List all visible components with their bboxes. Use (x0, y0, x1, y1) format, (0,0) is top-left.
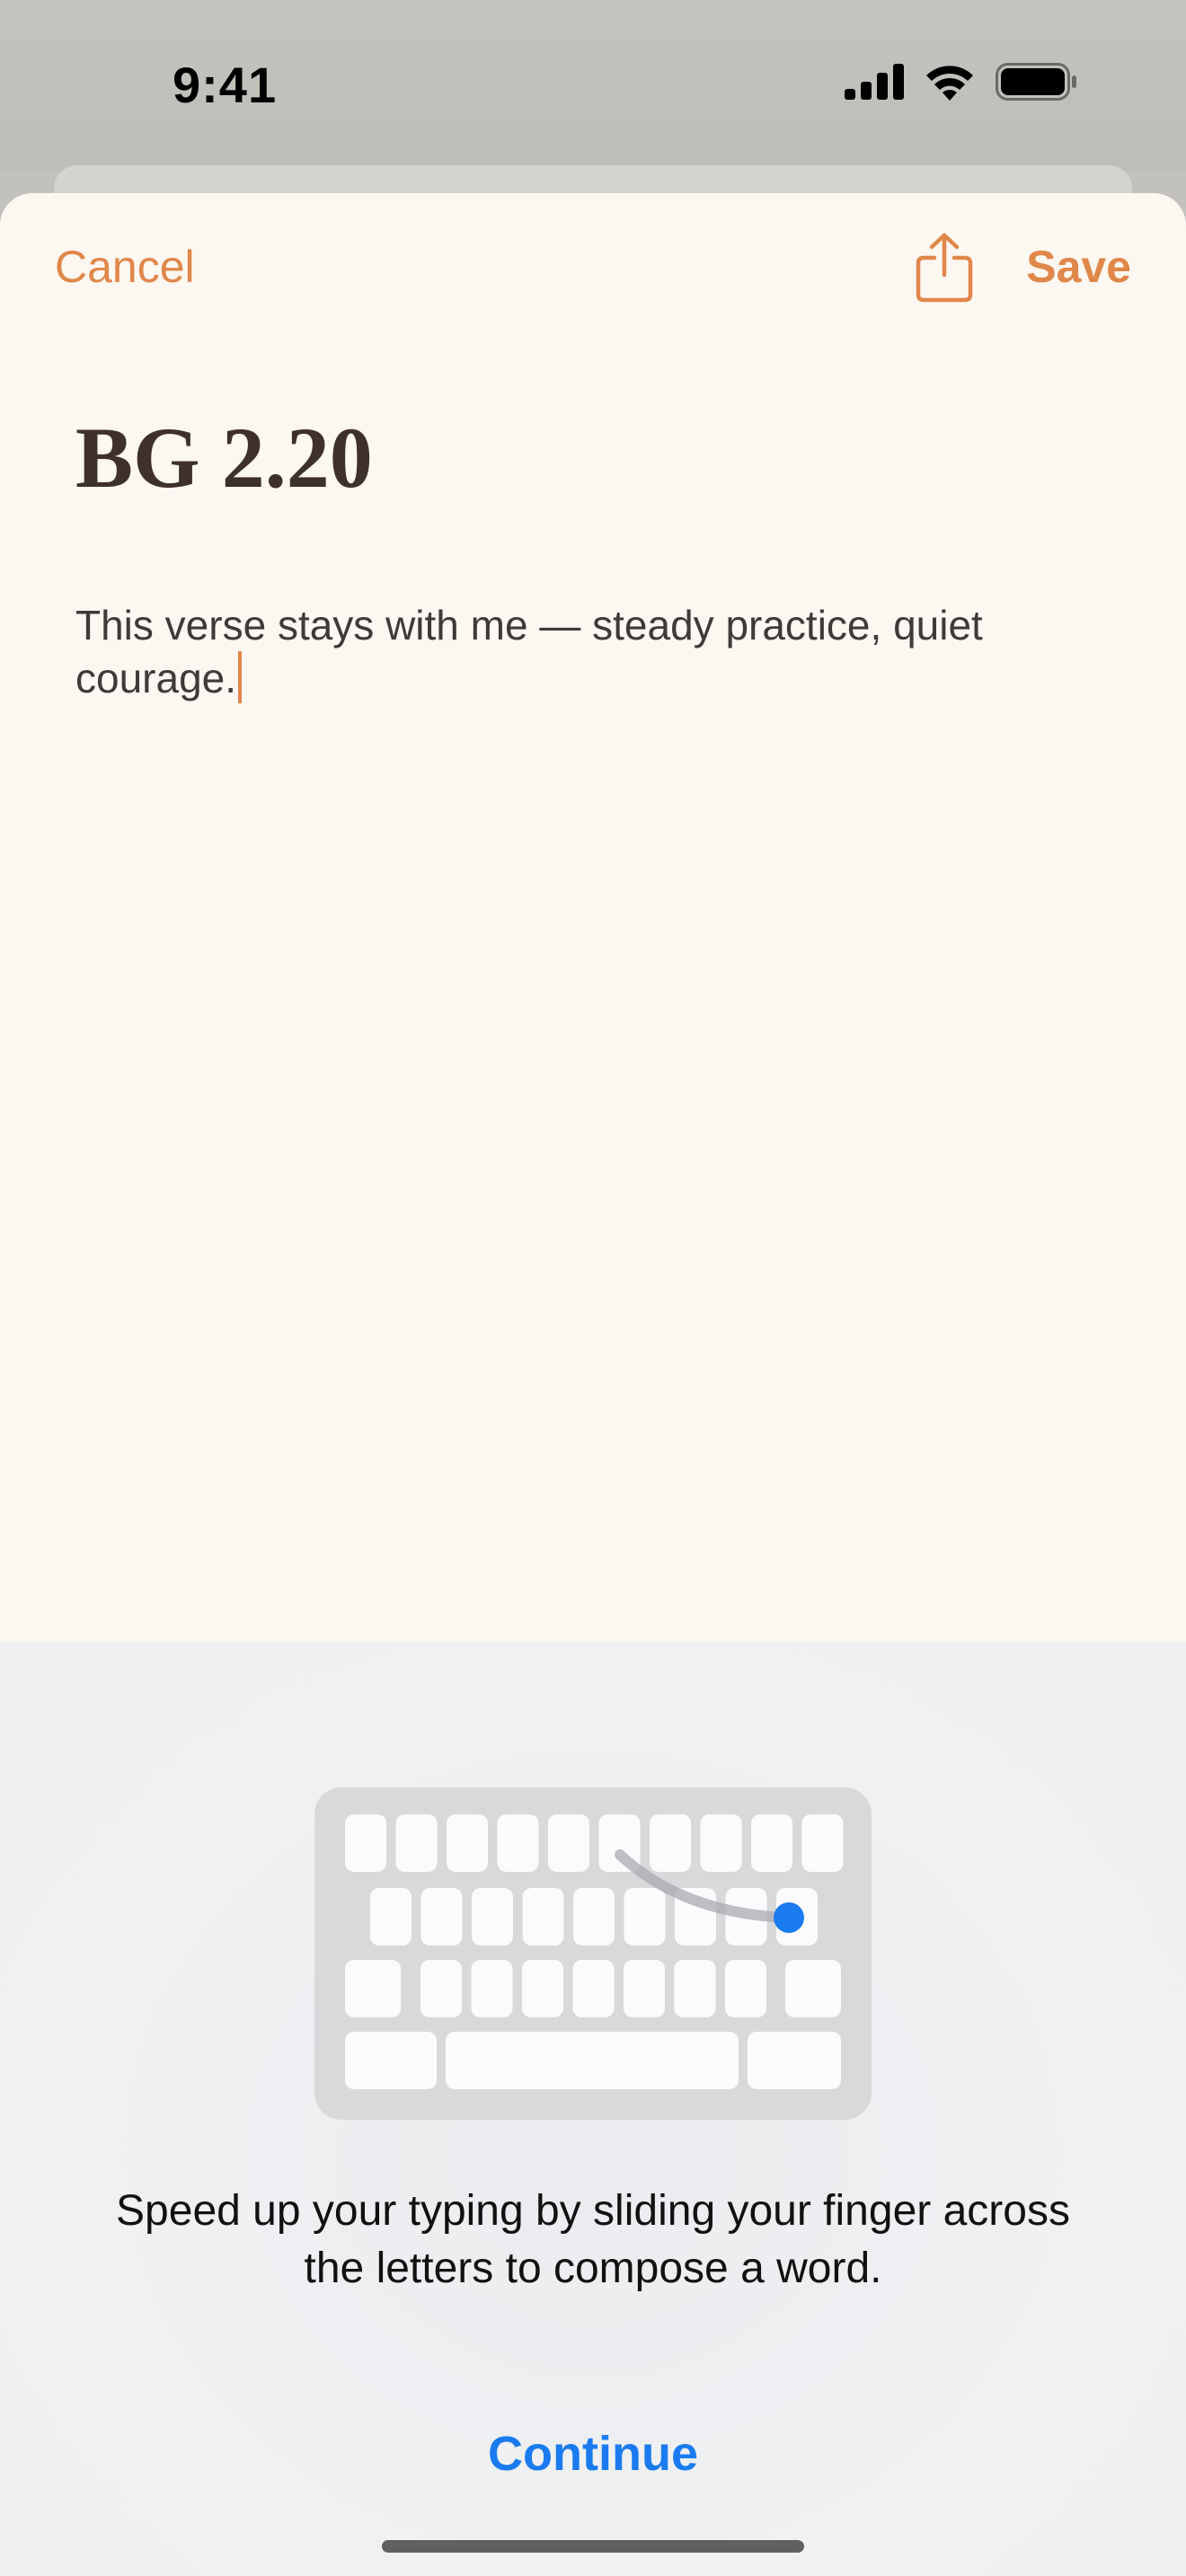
keyboard-key (572, 1960, 615, 2017)
keyboard-key (725, 1960, 766, 2017)
cancel-button[interactable]: Cancel (55, 241, 195, 293)
keyboard-key (345, 2032, 437, 2089)
keyboard-key (751, 1814, 792, 1872)
keyboard-key (548, 1814, 589, 1872)
cellular-signal-icon (845, 64, 904, 100)
status-bar: 9:41 (0, 0, 1186, 171)
keyboard-key (471, 1960, 513, 2017)
keyboard-key (785, 1960, 841, 2017)
text-cursor (238, 651, 243, 703)
keyboard-key (700, 1814, 742, 1872)
keyboard-key (446, 2032, 739, 2089)
keyboard-key (674, 1960, 716, 2017)
keyboard-key (522, 1960, 563, 2017)
note-title[interactable]: BG 2.20 (75, 408, 373, 507)
keyboard-key (748, 2032, 841, 2089)
swipe-dot (774, 1902, 804, 1933)
keyboard-key (472, 1888, 513, 1945)
status-icons (845, 63, 1078, 101)
keyboard-key (345, 1960, 401, 2017)
note-body-editor[interactable]: This verse stays with me — steady practi… (75, 600, 1082, 704)
keyboard-key (420, 1960, 462, 2017)
keyboard-key (650, 1814, 691, 1872)
keyboard-tip-message: Speed up your typing by sliding your fin… (116, 2187, 1070, 2292)
swipe-keyboard-illustration (314, 1787, 872, 2120)
keyboard-key (370, 1888, 412, 1945)
battery-icon (996, 63, 1076, 101)
keyboard-key (497, 1814, 539, 1872)
keyboard-key (624, 1888, 666, 1945)
keyboard-key (624, 1960, 665, 2017)
keyboard-key (522, 1888, 564, 1945)
keyboard-key (420, 1888, 463, 1945)
continue-button[interactable]: Continue (413, 2422, 773, 2486)
status-time: 9:41 (173, 57, 278, 113)
keyboard-key (801, 1814, 844, 1872)
note-body-text: This verse stays with me — steady practi… (75, 602, 983, 701)
keyboard-key (573, 1888, 615, 1945)
home-indicator (382, 2540, 804, 2553)
keyboard-key (447, 1814, 488, 1872)
wifi-icon (926, 66, 973, 101)
save-button[interactable]: Save (1026, 241, 1131, 293)
share-icon[interactable] (913, 232, 976, 304)
keyboard-key (395, 1814, 438, 1872)
keyboard-key (345, 1814, 386, 1872)
